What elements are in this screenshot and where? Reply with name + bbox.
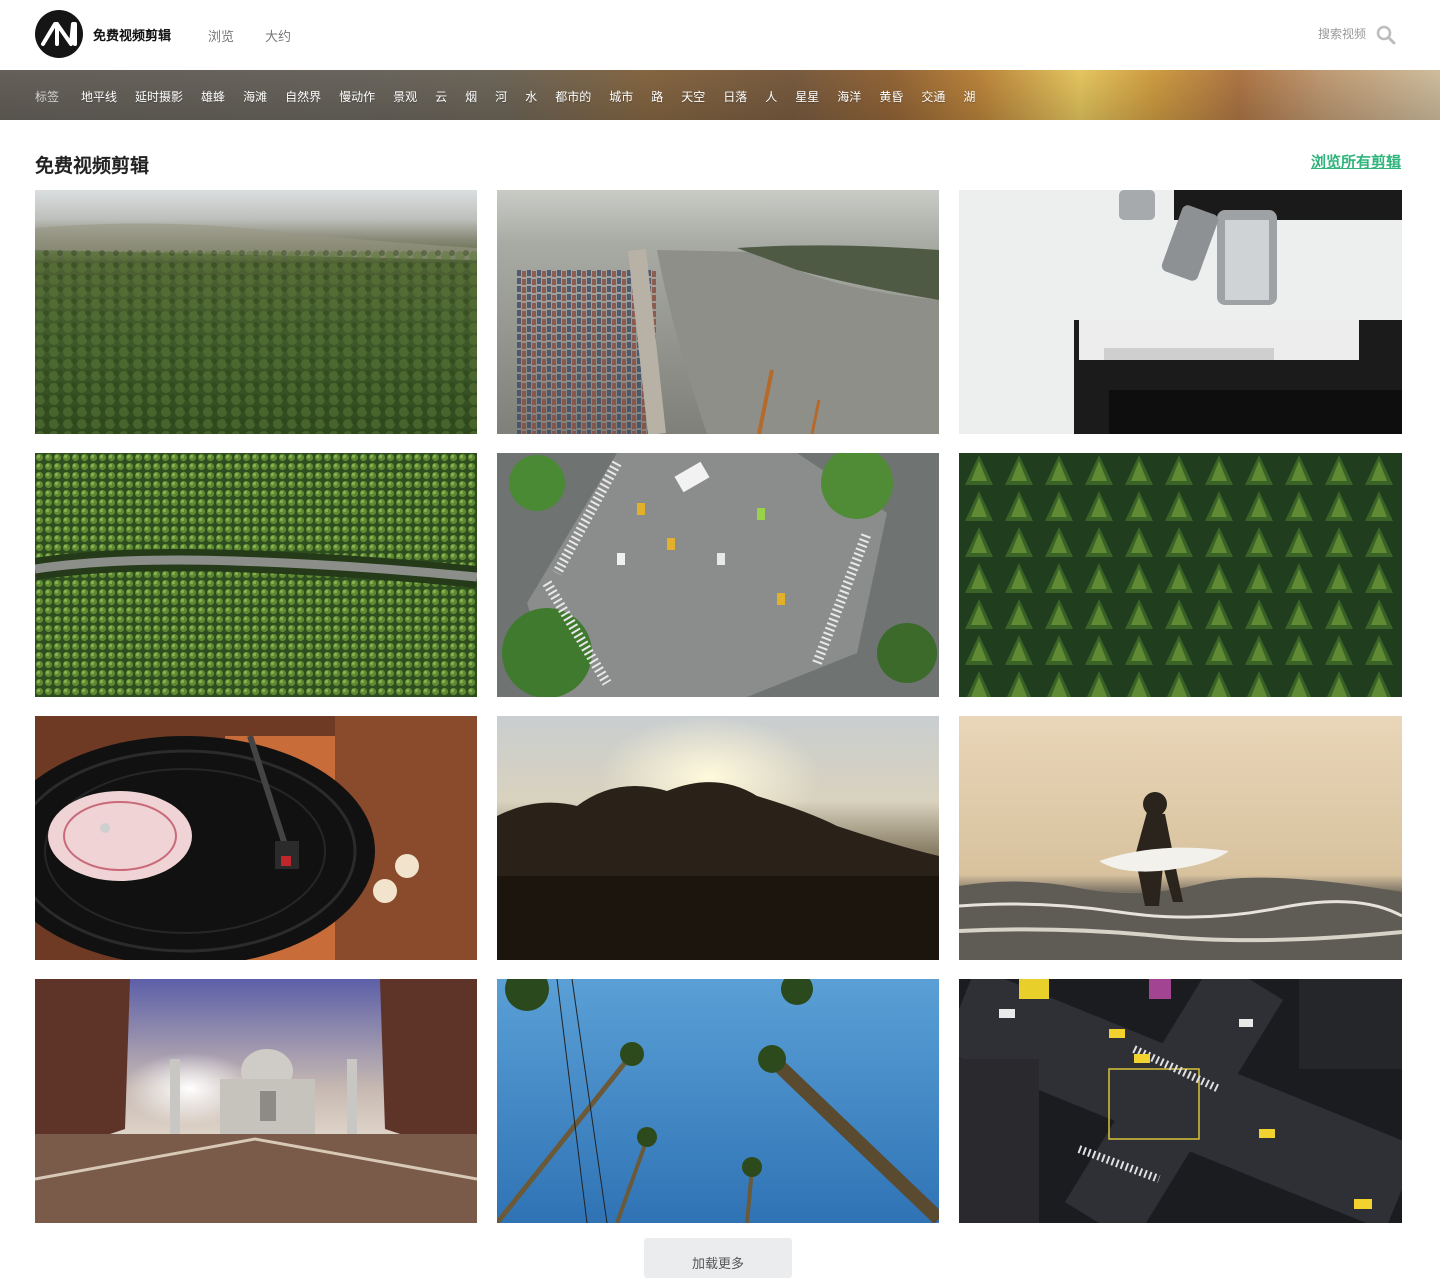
nav-browse-link[interactable]: 浏览 [208,26,234,45]
tag-link[interactable]: 云 [435,88,447,105]
night-intersection-image [959,979,1402,1223]
tag-link[interactable]: 星星 [795,88,819,105]
tag-link[interactable]: 湖 [963,88,975,105]
clip-thumbnail-forest-hills[interactable] [35,190,477,434]
tag-link[interactable]: 雄蜂 [201,88,225,105]
clip-thumbnail-palm-trees[interactable] [497,979,939,1223]
palm-trees-image [497,979,939,1223]
clip-grid [35,190,1402,1223]
tag-link[interactable]: 都市的 [555,88,591,105]
clip-thumbnail-port-river[interactable] [497,190,939,434]
tag-link[interactable]: 人 [765,88,777,105]
clip-thumbnail-sunset-trees[interactable] [497,716,939,960]
tag-link[interactable]: 日落 [723,88,747,105]
section-title: 免费视频剪辑 [35,155,150,177]
site-name[interactable]: 免费视频剪辑 [93,25,171,44]
site-logo[interactable] [35,10,83,58]
clip-thumbnail-night-intersection[interactable] [959,979,1402,1223]
forest-hills-image [35,190,477,434]
tag-link[interactable]: 烟 [465,88,477,105]
tag-link[interactable]: 天空 [681,88,705,105]
tag-link[interactable]: 河 [495,88,507,105]
tag-link[interactable]: 慢动作 [339,88,375,105]
browse-all-clips-link[interactable]: 浏览所有剪辑 [1311,151,1401,172]
search-input[interactable] [1300,22,1366,46]
tag-link[interactable]: 交通 [921,88,945,105]
intersection-image [497,453,939,697]
clip-thumbnail-forest-road[interactable] [35,453,477,697]
clip-thumbnail-pine-forest[interactable] [959,453,1402,697]
clip-thumbnail-microscope[interactable] [959,190,1402,434]
tags-label: 标签 [35,90,60,104]
surfer-image [959,716,1402,960]
tag-link[interactable]: 水 [525,88,537,105]
clip-thumbnail-taj-mahal[interactable] [35,979,477,1223]
tag-list: 标签 地平线 延时摄影 雄蜂 海滩 自然界 慢动作 景观 云 烟 河 水 都市的 城市 路 天空 日落 人 星星 海… [35,88,993,105]
clip-thumbnail-vinyl-record[interactable] [35,716,477,960]
logo-mark-icon [41,22,77,46]
top-header: 免费视频剪辑 浏览 大约 [0,0,1440,70]
clip-thumbnail-intersection[interactable] [497,453,939,697]
tag-link[interactable]: 景观 [393,88,417,105]
tag-link[interactable]: 地平线 [81,88,117,105]
sunset-trees-image [497,716,939,960]
tag-link[interactable]: 路 [651,88,663,105]
microscope-image [959,190,1402,434]
forest-road-image [35,453,477,697]
taj-mahal-image [35,979,477,1223]
tag-link[interactable]: 黄昏 [879,88,903,105]
tag-bar: 标签 地平线 延时摄影 雄蜂 海滩 自然界 慢动作 景观 云 烟 河 水 都市的 城市 路 天空 日落 人 星星 海… [0,70,1440,120]
port-river-image [497,190,939,434]
tag-link[interactable]: 延时摄影 [135,88,183,105]
load-more-button[interactable]: 加载更多 [644,1238,792,1278]
tag-link[interactable]: 自然界 [285,88,321,105]
tag-link[interactable]: 海洋 [837,88,861,105]
tag-link[interactable]: 城市 [609,88,633,105]
pine-forest-image [959,453,1402,697]
search-icon[interactable] [1376,25,1396,45]
nav-about-link[interactable]: 大约 [265,26,291,45]
vinyl-record-image [35,716,477,960]
tag-link[interactable]: 海滩 [243,88,267,105]
clip-thumbnail-surfer[interactable] [959,716,1402,960]
